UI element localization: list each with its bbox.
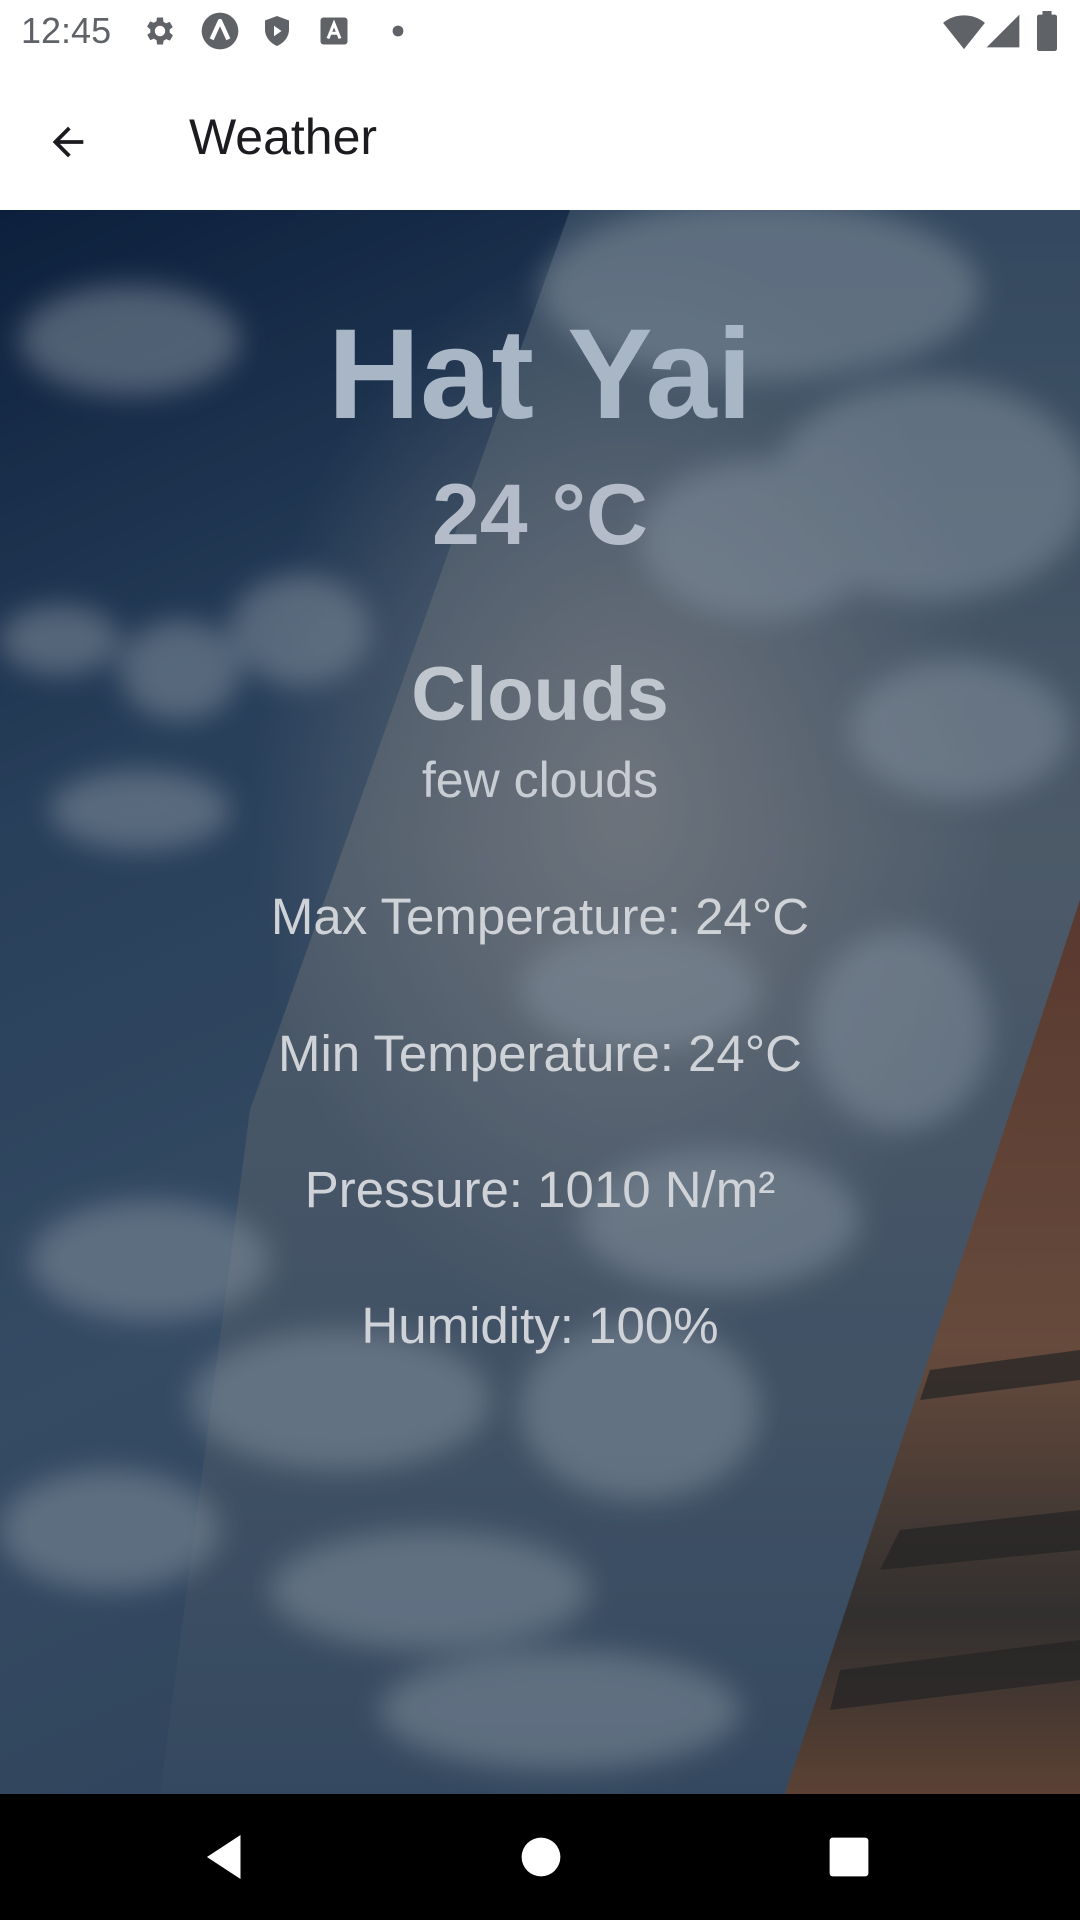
weather-description: few clouds: [421, 752, 659, 808]
status-bar: 12:45: [0, 0, 1080, 62]
app-bar: Weather: [0, 62, 1080, 210]
arrow-back-icon: [52, 126, 84, 158]
nav-back-icon: [206, 1835, 241, 1879]
max-temperature: Max Temperature: 24°C: [270, 888, 810, 945]
page-title: Weather: [189, 109, 378, 165]
navigation-bar: [0, 1794, 1080, 1920]
cellular-signal-icon: [985, 12, 1021, 50]
wifi-icon: [942, 11, 986, 51]
nav-home-button[interactable]: [510, 1826, 572, 1888]
current-temperature: 24 °C: [431, 467, 649, 563]
nav-home-icon: [521, 1837, 561, 1877]
nav-back-button[interactable]: [194, 1826, 256, 1888]
min-temperature: Min Temperature: 24°C: [277, 1025, 803, 1082]
weather-content: Hat Yai 24 °C Clouds few clouds Max Temp…: [0, 210, 1080, 1794]
app-a-icon: [200, 11, 240, 51]
weather-condition: Clouds: [411, 652, 669, 737]
weather-panel: Hat Yai 24 °C Clouds few clouds Max Temp…: [0, 210, 1080, 1794]
dot-icon: [380, 13, 416, 49]
play-protect-icon: [259, 13, 295, 49]
pressure: Pressure: 1010 N/m²: [304, 1161, 776, 1218]
battery-icon: [1035, 11, 1059, 51]
city-name: Hat Yai: [327, 303, 753, 446]
humidity: Humidity: 100%: [361, 1297, 719, 1354]
status-time: 12:45: [21, 10, 112, 51]
nav-recents-icon: [829, 1837, 869, 1877]
font-a-icon: [316, 13, 352, 49]
settings-icon: [142, 13, 178, 49]
back-button[interactable]: [28, 102, 108, 182]
nav-recents-button[interactable]: [818, 1826, 880, 1888]
